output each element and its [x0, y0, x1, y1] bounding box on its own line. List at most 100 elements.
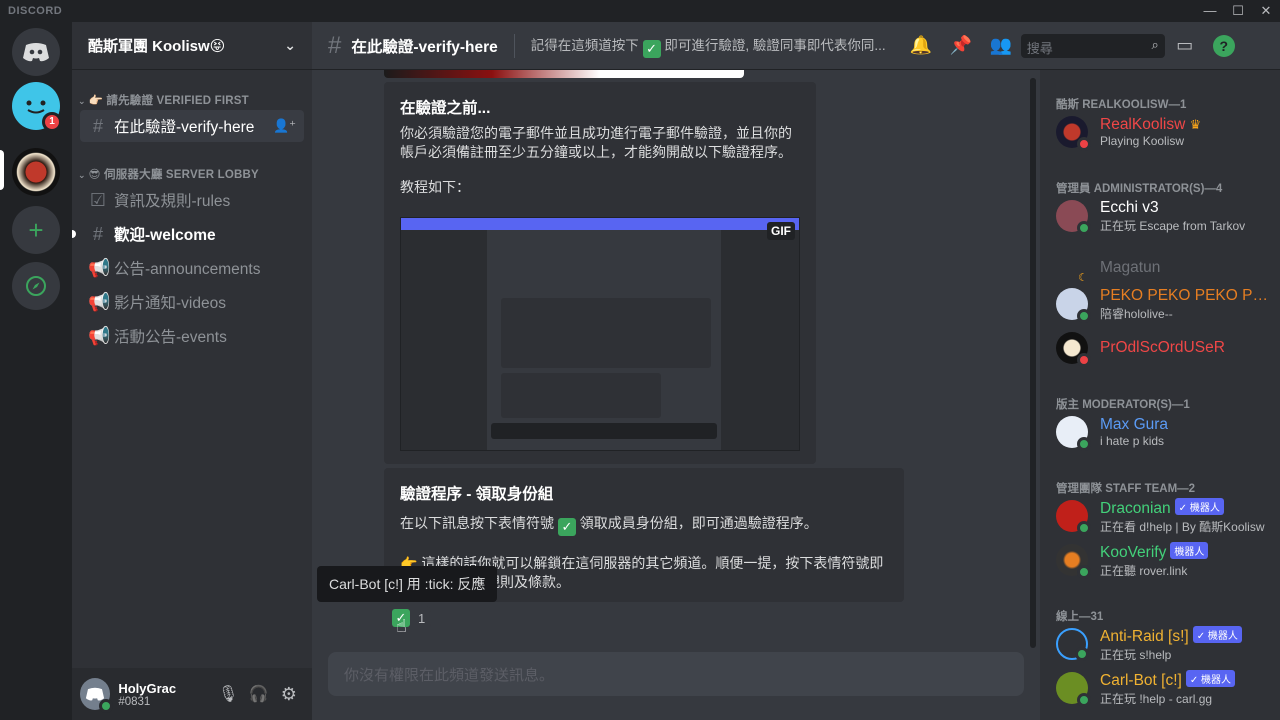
member-list: 酷斯 REALKOOLISW—1 RealKoolisw ♛ Playing Ko…: [1040, 70, 1280, 720]
avatar: ☾: [1056, 252, 1088, 284]
server-icon-koolisw[interactable]: [12, 148, 60, 196]
message-input[interactable]: 你沒有權限在此頻道發送訊息。: [328, 652, 1024, 696]
avatar: [1056, 416, 1091, 451]
search-input[interactable]: 搜尋 ⌕: [1020, 33, 1165, 58]
member-name: Max Gura: [1100, 416, 1169, 433]
dnd-status-icon: [1077, 137, 1091, 151]
user-tag: #0831: [118, 695, 151, 708]
home-button[interactable]: [12, 28, 60, 76]
megaphone-icon: 📢: [88, 257, 111, 278]
server-header[interactable]: 酷斯軍團 Koolisw😝 ⌄: [72, 22, 312, 70]
headphones-icon[interactable]: 🎧: [243, 684, 273, 704]
member-name: RealKoolisw: [1100, 116, 1186, 133]
member-activity: 陪睿hololive--: [1100, 306, 1173, 321]
member-name: Anti-Raid [s!]: [1100, 627, 1189, 645]
topic-text: 記得在這頻道按下: [530, 37, 639, 53]
bot-tag: ✓ 機器人: [1192, 625, 1242, 643]
unread-pill: [72, 230, 76, 238]
avatar: [1056, 200, 1091, 235]
member-name: Carl-Bot [c!]: [1100, 671, 1182, 689]
avatar: [1056, 500, 1091, 535]
explore-servers-button[interactable]: [12, 262, 60, 310]
member-realkoolisw[interactable]: RealKoolisw ♛ Playing Koolisw: [1056, 110, 1276, 154]
plus-icon: +: [28, 214, 44, 245]
server-name: 酷斯軍團 Koolisw😝: [88, 38, 226, 55]
avatar: [1056, 332, 1091, 367]
embed-tutorial-label: 教程如下：: [400, 179, 470, 195]
server-icon-dm[interactable]: 1: [12, 82, 62, 132]
hash-icon: #: [92, 223, 103, 244]
member-kooverify[interactable]: KooVerify 機器人 正在聽 rover.link: [1056, 538, 1276, 582]
discord-logo-icon: [23, 43, 49, 62]
member-anti-raid[interactable]: Anti-Raid [s!] ✓ 機器人正在玩 s!help: [1056, 622, 1276, 666]
channel-header: # 在此驗證-verify-here 記得在這頻道按下 ✓ 即可進行驗證, 驗證…: [312, 22, 1280, 70]
tooltip-text: Carl-Bot [c!] 用 :tick: 反應: [329, 576, 486, 592]
pin-icon[interactable]: 📌: [941, 35, 981, 56]
input-placeholder: 你沒有權限在此頻道發送訊息。: [344, 667, 555, 684]
member-list-icon[interactable]: 👥: [981, 35, 1021, 56]
maximize-button[interactable]: ☐: [1226, 2, 1250, 20]
channel-rules[interactable]: ☑ 資訊及規則-rules: [80, 184, 304, 216]
active-server-pill: [0, 150, 4, 190]
member-peko[interactable]: PEKO PEKO PEKO PEK... 陪睿hololive--: [1056, 282, 1276, 326]
megaphone-icon: 📢: [88, 325, 111, 346]
member-name: PEKO PEKO PEKO PEK...: [1100, 286, 1270, 304]
channel-topic[interactable]: 記得在這頻道按下 ✓ 即可進行驗證, 驗證同事即代表你同...: [531, 34, 901, 58]
online-status-icon: [1077, 565, 1091, 579]
search-icon: ⌕: [1151, 36, 1159, 52]
close-button[interactable]: ✕: [1254, 2, 1278, 20]
member-ecchi[interactable]: Ecchi v3 正在玩 Escape from Tarkov: [1056, 194, 1276, 238]
avatar: [1056, 544, 1091, 579]
online-status-icon: [99, 699, 114, 713]
channel-announcements[interactable]: 📢 公告-announcements: [80, 252, 304, 284]
channel-verify-here[interactable]: # 在此驗證-verify-here 👤⁺: [80, 110, 304, 142]
member-carl-bot[interactable]: Carl-Bot [c!] ✓ 機器人 正在玩 !help - carl.gg: [1056, 666, 1276, 710]
channel-events[interactable]: 📢 活動公告-events: [80, 320, 304, 352]
member-activity: 正在玩 s!help: [1100, 647, 1172, 662]
embed-body: 你必須驗證您的電子郵件並且成功進行電子郵件驗證，並且你的帳戶必須備註冊至少五分鐘…: [400, 125, 792, 160]
topic-text: 即可進行驗證, 驗證同事即代表你同...: [664, 37, 886, 53]
gif-label: GIF: [767, 222, 795, 240]
tutorial-gif[interactable]: GIF: [400, 217, 800, 451]
scrollbar[interactable]: [1030, 78, 1036, 648]
online-status-icon: [1077, 521, 1091, 535]
microphone-icon[interactable]: 🎙: [213, 684, 243, 704]
channel-welcome[interactable]: # 歡迎-welcome: [80, 218, 304, 250]
channel-videos[interactable]: 📢 影片通知-videos: [80, 286, 304, 318]
member-activity: 正在玩 Escape from Tarkov: [1100, 218, 1246, 233]
member-activity: Playing Koolisw: [1100, 134, 1185, 148]
avatar: [1056, 628, 1089, 661]
reaction-tick[interactable]: ✓ 1: [386, 606, 432, 630]
check-emoji-icon: ✓: [557, 518, 576, 536]
member-activity: 正在聽 rover.link: [1100, 563, 1188, 578]
member-draconian[interactable]: Draconian ✓ 機器人 正在看 d!help | By 酷斯Koolisw: [1056, 494, 1276, 538]
member-name: Ecchi v3: [1100, 198, 1159, 216]
member-name: KooVerify: [1100, 543, 1167, 561]
online-status-icon: [1077, 221, 1091, 235]
previous-image: [384, 70, 744, 78]
member-prodlscorduser[interactable]: PrOdlScOrdUSeR: [1056, 326, 1276, 370]
online-status-icon: [1077, 437, 1091, 451]
notification-badge: 1: [42, 112, 62, 132]
help-icon[interactable]: ?: [1212, 34, 1235, 57]
megaphone-icon: 📢: [88, 291, 111, 312]
reaction-count: 1: [418, 610, 426, 626]
channel-label: 活動公告-events: [114, 329, 227, 346]
chat-area: # 在此驗證-verify-here 記得在這頻道按下 ✓ 即可進行驗證, 驗證…: [312, 22, 1280, 720]
embed-title: 在驗證之前...: [400, 100, 491, 117]
channel-sidebar: 酷斯軍團 Koolisw😝 ⌄ ⌄ 👉🏻 請先驗證 VERIFIED FIRST…: [72, 22, 312, 720]
category-server-lobby[interactable]: ⌄ 😎 伺服器大廳 SERVER LOBBY: [78, 166, 259, 182]
inbox-icon[interactable]: ▭: [1165, 35, 1205, 56]
add-server-button[interactable]: +: [12, 206, 60, 254]
server-list: 1 +: [0, 22, 72, 720]
channel-label: 在此驗證-verify-here: [114, 119, 255, 136]
dnd-status-icon: [1077, 353, 1091, 367]
category-verified-first[interactable]: ⌄ 👉🏻 請先驗證 VERIFIED FIRST: [78, 92, 249, 108]
notification-bell-icon[interactable]: 🔔: [901, 35, 941, 56]
invite-icon[interactable]: 👤⁺: [273, 118, 296, 134]
avatar[interactable]: [80, 678, 114, 713]
title-bar: DISCORD — ☐ ✕: [0, 0, 1280, 22]
minimize-button[interactable]: —: [1198, 2, 1222, 20]
settings-gear-icon[interactable]: ⚙: [274, 684, 304, 705]
member-max-gura[interactable]: Max Gura i hate p kids: [1056, 410, 1276, 454]
